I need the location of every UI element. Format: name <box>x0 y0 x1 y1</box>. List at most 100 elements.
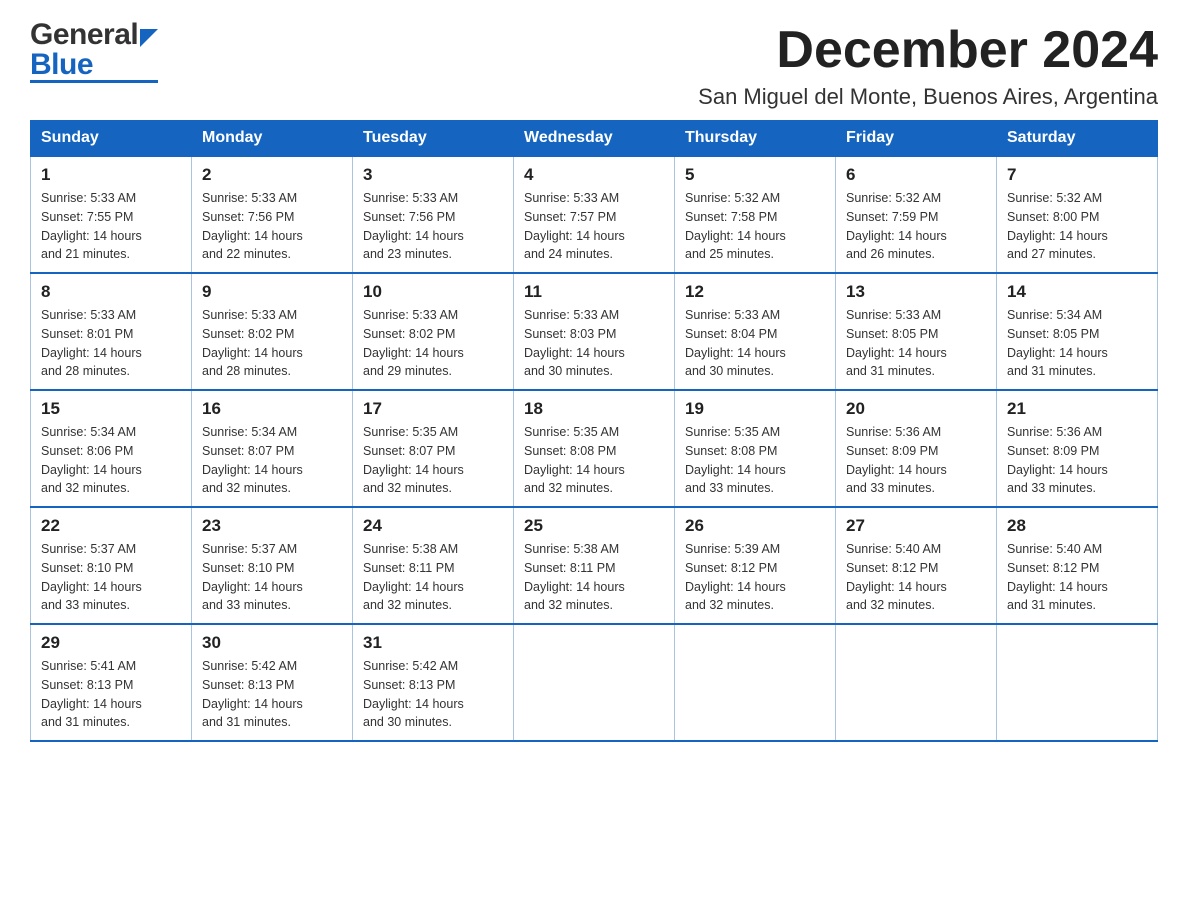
day-cell: 8 Sunrise: 5:33 AMSunset: 8:01 PMDayligh… <box>31 273 192 390</box>
day-number: 9 <box>202 282 342 302</box>
day-info: Sunrise: 5:40 AMSunset: 8:12 PMDaylight:… <box>846 542 947 612</box>
day-info: Sunrise: 5:32 AMSunset: 7:58 PMDaylight:… <box>685 191 786 261</box>
day-info: Sunrise: 5:35 AMSunset: 8:08 PMDaylight:… <box>524 425 625 495</box>
day-info: Sunrise: 5:33 AMSunset: 7:56 PMDaylight:… <box>363 191 464 261</box>
day-number: 19 <box>685 399 825 419</box>
logo-arrow-icon <box>140 29 158 47</box>
day-info: Sunrise: 5:38 AMSunset: 8:11 PMDaylight:… <box>524 542 625 612</box>
day-number: 12 <box>685 282 825 302</box>
day-number: 28 <box>1007 516 1147 536</box>
day-cell: 30 Sunrise: 5:42 AMSunset: 8:13 PMDaylig… <box>192 624 353 741</box>
day-info: Sunrise: 5:38 AMSunset: 8:11 PMDaylight:… <box>363 542 464 612</box>
day-info: Sunrise: 5:33 AMSunset: 8:03 PMDaylight:… <box>524 308 625 378</box>
day-number: 2 <box>202 165 342 185</box>
day-cell: 28 Sunrise: 5:40 AMSunset: 8:12 PMDaylig… <box>997 507 1158 624</box>
day-info: Sunrise: 5:37 AMSunset: 8:10 PMDaylight:… <box>202 542 303 612</box>
day-number: 8 <box>41 282 181 302</box>
day-cell: 6 Sunrise: 5:32 AMSunset: 7:59 PMDayligh… <box>836 156 997 273</box>
day-info: Sunrise: 5:34 AMSunset: 8:07 PMDaylight:… <box>202 425 303 495</box>
day-info: Sunrise: 5:33 AMSunset: 8:04 PMDaylight:… <box>685 308 786 378</box>
day-info: Sunrise: 5:32 AMSunset: 7:59 PMDaylight:… <box>846 191 947 261</box>
logo-blue-line: Blue <box>30 50 158 80</box>
day-info: Sunrise: 5:33 AMSunset: 7:57 PMDaylight:… <box>524 191 625 261</box>
day-cell: 13 Sunrise: 5:33 AMSunset: 8:05 PMDaylig… <box>836 273 997 390</box>
day-number: 30 <box>202 633 342 653</box>
day-cell: 27 Sunrise: 5:40 AMSunset: 8:12 PMDaylig… <box>836 507 997 624</box>
day-number: 5 <box>685 165 825 185</box>
day-header-thursday: Thursday <box>675 121 836 157</box>
day-cell: 5 Sunrise: 5:32 AMSunset: 7:58 PMDayligh… <box>675 156 836 273</box>
day-info: Sunrise: 5:39 AMSunset: 8:12 PMDaylight:… <box>685 542 786 612</box>
day-number: 20 <box>846 399 986 419</box>
day-number: 26 <box>685 516 825 536</box>
day-cell: 7 Sunrise: 5:32 AMSunset: 8:00 PMDayligh… <box>997 156 1158 273</box>
day-cell: 3 Sunrise: 5:33 AMSunset: 7:56 PMDayligh… <box>353 156 514 273</box>
day-cell: 4 Sunrise: 5:33 AMSunset: 7:57 PMDayligh… <box>514 156 675 273</box>
header: General Blue December 2024 San Miguel de… <box>30 20 1158 110</box>
day-cell: 14 Sunrise: 5:34 AMSunset: 8:05 PMDaylig… <box>997 273 1158 390</box>
day-cell: 12 Sunrise: 5:33 AMSunset: 8:04 PMDaylig… <box>675 273 836 390</box>
week-row-4: 22 Sunrise: 5:37 AMSunset: 8:10 PMDaylig… <box>31 507 1158 624</box>
day-info: Sunrise: 5:36 AMSunset: 8:09 PMDaylight:… <box>846 425 947 495</box>
day-info: Sunrise: 5:42 AMSunset: 8:13 PMDaylight:… <box>202 659 303 729</box>
day-cell <box>997 624 1158 741</box>
day-cell: 19 Sunrise: 5:35 AMSunset: 8:08 PMDaylig… <box>675 390 836 507</box>
month-title: December 2024 <box>698 20 1158 80</box>
day-info: Sunrise: 5:35 AMSunset: 8:08 PMDaylight:… <box>685 425 786 495</box>
day-number: 15 <box>41 399 181 419</box>
day-cell: 21 Sunrise: 5:36 AMSunset: 8:09 PMDaylig… <box>997 390 1158 507</box>
day-number: 21 <box>1007 399 1147 419</box>
subtitle: San Miguel del Monte, Buenos Aires, Arge… <box>698 84 1158 110</box>
day-cell: 1 Sunrise: 5:33 AMSunset: 7:55 PMDayligh… <box>31 156 192 273</box>
day-number: 3 <box>363 165 503 185</box>
day-number: 16 <box>202 399 342 419</box>
logo-blue: Blue <box>30 50 93 80</box>
day-cell: 17 Sunrise: 5:35 AMSunset: 8:07 PMDaylig… <box>353 390 514 507</box>
day-number: 14 <box>1007 282 1147 302</box>
day-info: Sunrise: 5:33 AMSunset: 8:05 PMDaylight:… <box>846 308 947 378</box>
week-row-5: 29 Sunrise: 5:41 AMSunset: 8:13 PMDaylig… <box>31 624 1158 741</box>
day-number: 11 <box>524 282 664 302</box>
day-cell: 10 Sunrise: 5:33 AMSunset: 8:02 PMDaylig… <box>353 273 514 390</box>
day-cell: 23 Sunrise: 5:37 AMSunset: 8:10 PMDaylig… <box>192 507 353 624</box>
header-row: SundayMondayTuesdayWednesdayThursdayFrid… <box>31 121 1158 157</box>
day-number: 22 <box>41 516 181 536</box>
week-row-1: 1 Sunrise: 5:33 AMSunset: 7:55 PMDayligh… <box>31 156 1158 273</box>
day-number: 4 <box>524 165 664 185</box>
day-cell <box>514 624 675 741</box>
day-cell: 9 Sunrise: 5:33 AMSunset: 8:02 PMDayligh… <box>192 273 353 390</box>
logo-general: General <box>30 20 138 50</box>
title-area: December 2024 San Miguel del Monte, Buen… <box>698 20 1158 110</box>
day-cell: 22 Sunrise: 5:37 AMSunset: 8:10 PMDaylig… <box>31 507 192 624</box>
day-header-saturday: Saturday <box>997 121 1158 157</box>
day-cell <box>675 624 836 741</box>
day-number: 17 <box>363 399 503 419</box>
day-info: Sunrise: 5:33 AMSunset: 7:55 PMDaylight:… <box>41 191 142 261</box>
day-info: Sunrise: 5:42 AMSunset: 8:13 PMDaylight:… <box>363 659 464 729</box>
day-header-friday: Friday <box>836 121 997 157</box>
day-cell: 25 Sunrise: 5:38 AMSunset: 8:11 PMDaylig… <box>514 507 675 624</box>
day-cell: 2 Sunrise: 5:33 AMSunset: 7:56 PMDayligh… <box>192 156 353 273</box>
day-number: 24 <box>363 516 503 536</box>
week-row-3: 15 Sunrise: 5:34 AMSunset: 8:06 PMDaylig… <box>31 390 1158 507</box>
day-cell: 29 Sunrise: 5:41 AMSunset: 8:13 PMDaylig… <box>31 624 192 741</box>
day-number: 29 <box>41 633 181 653</box>
day-number: 10 <box>363 282 503 302</box>
day-number: 31 <box>363 633 503 653</box>
day-number: 7 <box>1007 165 1147 185</box>
day-header-sunday: Sunday <box>31 121 192 157</box>
day-cell <box>836 624 997 741</box>
day-header-monday: Monday <box>192 121 353 157</box>
logo-line1: General <box>30 20 158 50</box>
day-cell: 20 Sunrise: 5:36 AMSunset: 8:09 PMDaylig… <box>836 390 997 507</box>
day-number: 23 <box>202 516 342 536</box>
day-info: Sunrise: 5:41 AMSunset: 8:13 PMDaylight:… <box>41 659 142 729</box>
day-cell: 18 Sunrise: 5:35 AMSunset: 8:08 PMDaylig… <box>514 390 675 507</box>
day-number: 18 <box>524 399 664 419</box>
day-info: Sunrise: 5:33 AMSunset: 8:02 PMDaylight:… <box>363 308 464 378</box>
day-header-wednesday: Wednesday <box>514 121 675 157</box>
week-row-2: 8 Sunrise: 5:33 AMSunset: 8:01 PMDayligh… <box>31 273 1158 390</box>
day-header-tuesday: Tuesday <box>353 121 514 157</box>
day-info: Sunrise: 5:34 AMSunset: 8:06 PMDaylight:… <box>41 425 142 495</box>
day-number: 6 <box>846 165 986 185</box>
